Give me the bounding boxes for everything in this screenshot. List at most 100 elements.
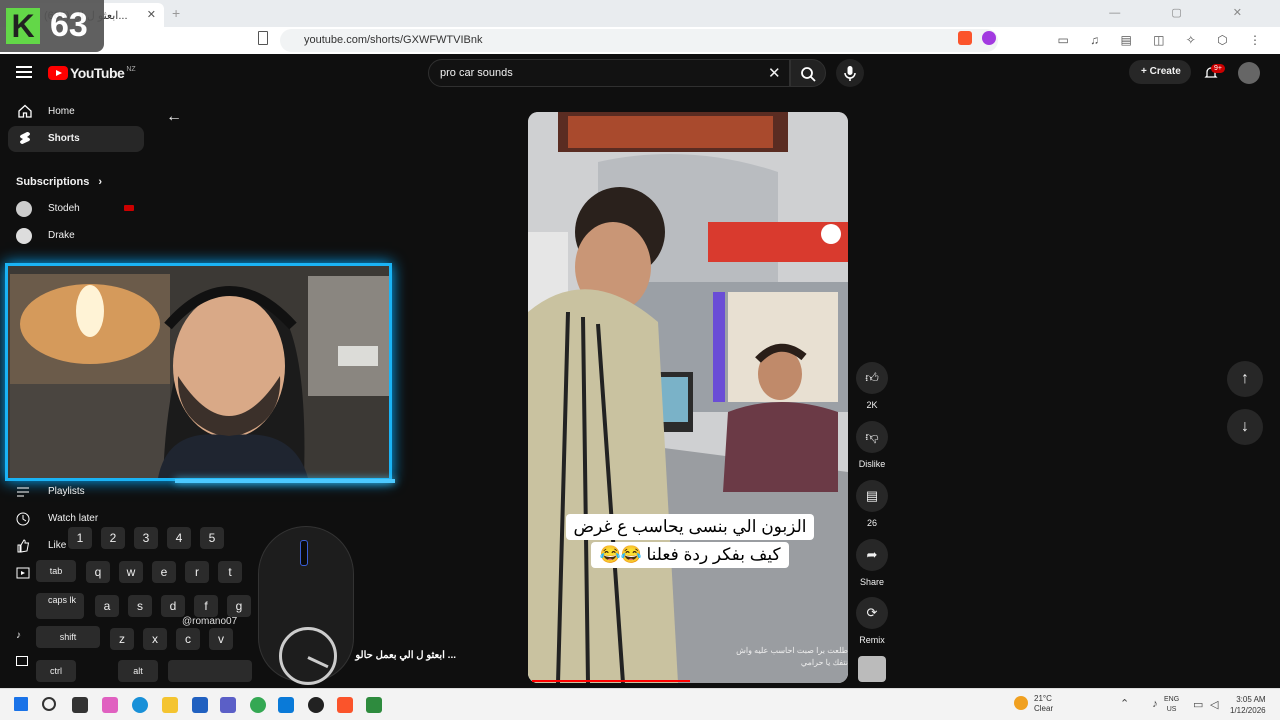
sidebar-channel[interactable]: Stodeh [16,201,134,221]
account-avatar[interactable] [1238,62,1260,84]
channel-avatar [16,228,32,244]
search-button[interactable] [790,59,826,87]
music-icon: ♪ [16,630,21,641]
key: 4 [167,527,191,549]
key: e [152,561,176,583]
key: v [209,628,233,650]
copilot-icon[interactable] [102,697,118,713]
key: x [143,628,167,650]
back-arrow-icon[interactable]: ← [166,108,182,126]
file-explorer-icon[interactable] [162,697,178,713]
toolbar-icons[interactable]: ▭ ♫ ▤ ◫ ✧ ⬡ ⋮ [1057,33,1270,47]
brave-shield-icon[interactable] [958,31,972,45]
like-count: 2K [866,400,878,410]
teams-icon[interactable] [220,697,236,713]
system-tray-icons[interactable]: ⌃ ♪ [1120,697,1168,710]
key: g [227,595,251,617]
browser-tab-bar: (665) ابعثو ل ال... ✕ + — ▢ ✕ [0,0,1280,27]
share-label: Share [859,577,885,587]
search-icon [801,67,816,82]
channel-name: Stodeh [48,203,80,214]
video-title-partial: ... ابعثو ل الي بعمل حالو [355,650,456,661]
search-icon[interactable] [42,697,56,711]
network-icon[interactable]: ▭ [1193,698,1203,711]
short-description[interactable]: طلعت برا صبت احاسب عليه واش نتفك يا حرام… [730,645,848,669]
key: 1 [68,527,92,549]
new-tab-button[interactable]: + [172,5,180,21]
mail-icon[interactable] [278,697,294,713]
share-button[interactable]: ➦ Share [850,539,894,587]
sidebar-item-playlists[interactable]: Playlists [16,486,85,497]
brave-rewards-icon[interactable] [982,31,996,45]
lang-code: ENG [1164,696,1180,703]
subscriptions-heading[interactable]: Subscriptions › [16,176,102,188]
volume-icon[interactable]: ◁ [1210,698,1218,711]
notepad-icon[interactable] [366,697,382,713]
tab-close-icon[interactable]: ✕ [147,8,156,21]
windows-taskbar: 21°C Clear ⌃ ♪ ENG US ▭ ◁ 3:05 AM 1/12/2… [0,688,1280,720]
country-code: NZ [126,65,136,73]
clock[interactable]: 3:05 AM 1/12/2026 [1230,694,1266,716]
key: z [110,628,134,650]
comment-count: 26 [866,518,877,528]
key: t [218,561,242,583]
remix-button[interactable]: ⟳ Remix [850,597,894,645]
key: r [185,561,209,583]
sidebar-item-liked[interactable]: Like [16,539,66,553]
bookmark-icon[interactable] [258,31,268,45]
store-icon[interactable] [192,697,208,713]
home-icon [18,104,32,118]
channel-name: Drake [48,230,75,241]
video-progress-bar[interactable] [532,680,690,682]
date: 1/12/2026 [1230,706,1266,715]
youtube-header: YouTube NZ pro car sounds ✕ + Create 9+ [0,54,1280,92]
sidebar-item-watch-later[interactable]: Watch later [16,512,98,526]
language-indicator[interactable]: ENG US [1164,695,1179,715]
chevron-right-icon: › [98,176,103,188]
next-short-button[interactable]: ↓ [1227,409,1263,445]
key: shift [36,626,100,648]
voice-search-button[interactable] [836,59,864,87]
chrome-icon[interactable] [250,697,266,713]
edge-icon[interactable] [132,697,148,713]
webcam-accent-bar [175,479,395,483]
moon-weather-icon [1014,696,1028,710]
key: c [176,628,200,650]
short-video-player[interactable] [528,112,848,683]
comments-button[interactable]: ▤ 26 [850,480,894,528]
arrow-down-icon: ↓ [1241,418,1249,435]
url-field[interactable]: youtube.com/shorts/GXWFWTVIBnk [280,29,998,52]
subscriptions-label: Subscriptions [16,176,90,188]
menu-icon[interactable] [16,66,32,78]
search-input[interactable]: pro car sounds [428,59,790,87]
create-label: Create [1149,66,1181,77]
time: 3:05 AM [1236,695,1266,704]
windows-start-icon[interactable] [14,697,28,711]
film-icon [16,656,28,666]
shorts-icon [20,131,30,144]
video-frame [528,112,848,683]
task-view-icon[interactable] [72,697,88,713]
weather-widget[interactable]: 21°C Clear [1014,694,1053,714]
window-controls[interactable]: — ▢ ✕ [1109,6,1266,19]
obs-icon[interactable] [308,697,324,713]
clear-search-icon[interactable]: ✕ [768,64,781,82]
sidebar-item-shorts[interactable]: Shorts [8,126,144,152]
previous-short-button[interactable]: ↑ [1227,361,1263,397]
create-button[interactable]: + Create [1129,60,1191,84]
sound-thumbnail[interactable] [858,656,886,682]
sidebar-channel[interactable]: Drake [16,228,75,248]
youtube-play-icon [48,66,68,80]
sidebar-item-home[interactable]: Home [8,99,144,125]
logo-text: YouTube [70,65,125,81]
like-button[interactable]: 👍︎ 2K [850,362,894,410]
youtube-logo[interactable]: YouTube NZ [48,65,136,81]
key: s [128,595,152,617]
dislike-button[interactable]: 👎︎ Dislike [850,421,894,469]
brave-icon[interactable] [337,697,353,713]
live-indicator-icon [124,205,134,211]
video-caption: الزبون الي بنسى يحاسب ع غرض كيف بفكر ردة… [556,513,824,569]
thumbs-up-icon: 👍︎ [856,362,888,394]
viewer-count: 63 [50,6,88,44]
remix-label: Remix [859,635,885,645]
